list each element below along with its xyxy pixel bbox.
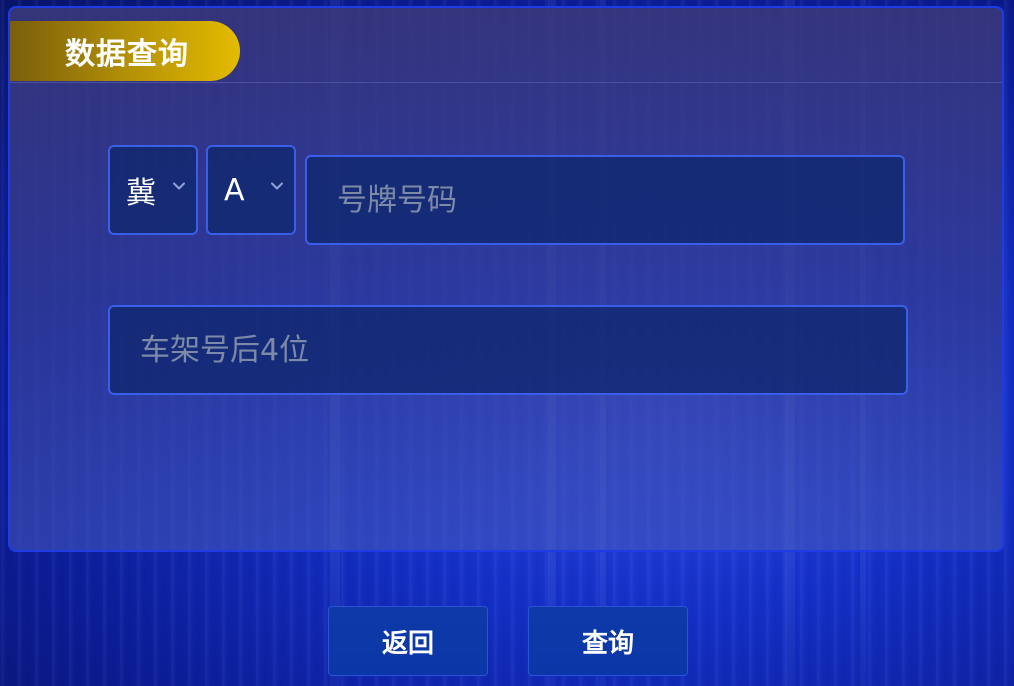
plate-number-input[interactable] (305, 155, 905, 245)
province-select-value: 冀 (126, 176, 156, 211)
panel-header: 数据查询 (10, 8, 1002, 83)
vin-last4-input[interactable] (108, 305, 908, 395)
title-tab: 数据查询 (10, 21, 240, 81)
letter-select-value: A (224, 172, 245, 208)
panel-title: 数据查询 (65, 37, 189, 72)
chevron-down-icon (172, 179, 186, 193)
letter-select[interactable]: A (206, 145, 296, 235)
back-button[interactable]: 返回 (328, 606, 488, 676)
province-select[interactable]: 冀 (108, 145, 198, 235)
chevron-down-icon (270, 179, 284, 193)
query-button[interactable]: 查询 (528, 606, 688, 676)
data-query-panel: 数据查询 (8, 6, 1004, 552)
